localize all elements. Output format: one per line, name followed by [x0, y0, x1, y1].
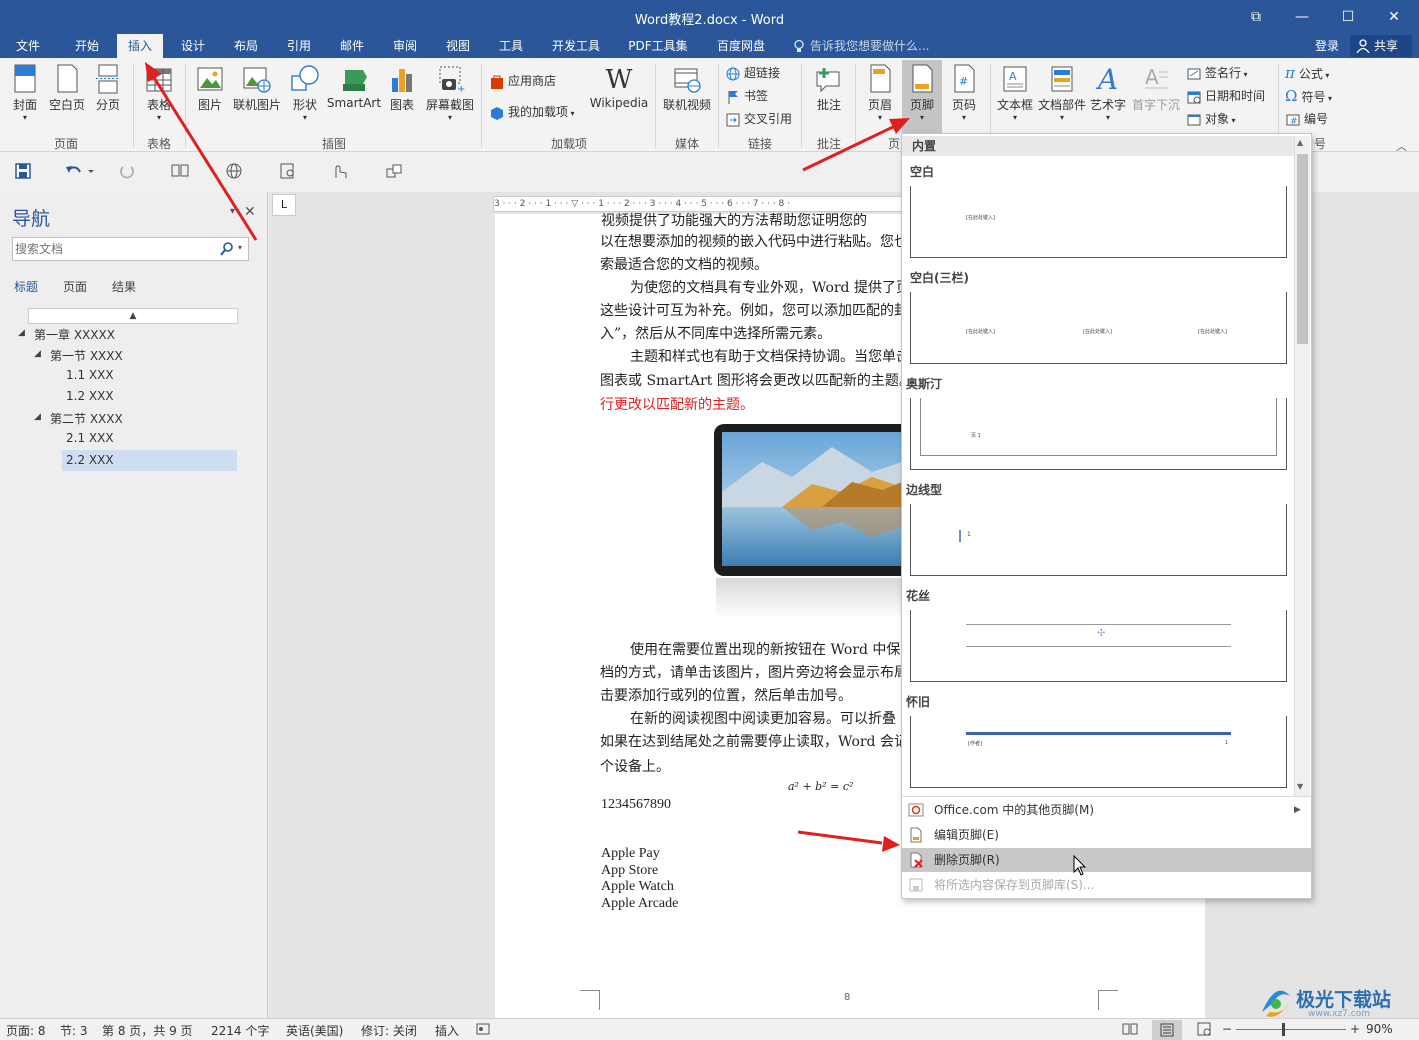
macro-record-icon[interactable] — [476, 1022, 490, 1038]
status-page-count[interactable]: 第 8 页，共 9 页 — [102, 1022, 193, 1038]
annotation-arrows — [145, 62, 910, 852]
status-insert-mode[interactable]: 插入 — [435, 1022, 459, 1038]
arrow-to-insert-tab — [145, 62, 258, 241]
zoom-in-icon[interactable]: + — [1350, 1022, 1360, 1038]
print-layout-icon — [1160, 1023, 1174, 1037]
zoom-out-icon[interactable]: − — [1222, 1022, 1232, 1038]
print-layout-button[interactable] — [1152, 1020, 1182, 1040]
watermark-logo-icon — [1262, 990, 1290, 1017]
status-track-changes[interactable]: 修订: 关闭 — [361, 1022, 417, 1038]
watermark-text: 极光下载站 — [1296, 989, 1392, 1011]
zoom-slider[interactable] — [1236, 1029, 1346, 1030]
web-layout-view-icon[interactable] — [1196, 1022, 1212, 1038]
status-page[interactable]: 页面: 8 — [6, 1022, 46, 1038]
zoom-level[interactable]: 90% — [1366, 1022, 1393, 1038]
arrow-to-remove-footer — [797, 830, 900, 852]
status-section[interactable]: 节: 3 — [60, 1022, 88, 1038]
status-language[interactable]: 英语(美国) — [286, 1022, 343, 1038]
read-mode-icon[interactable] — [1122, 1022, 1138, 1038]
watermark: 极光下载站 www.xz7.com — [1258, 982, 1414, 1022]
status-bar: 页面: 8 节: 3 第 8 页，共 9 页 2214 个字 英语(美国) 修订… — [0, 1018, 1419, 1040]
zoom-slider-thumb[interactable] — [1282, 1023, 1285, 1036]
watermark-url: www.xz7.com — [1308, 1009, 1370, 1019]
status-word-count[interactable]: 2214 个字 — [211, 1022, 269, 1038]
arrow-to-footer-button — [802, 118, 910, 172]
